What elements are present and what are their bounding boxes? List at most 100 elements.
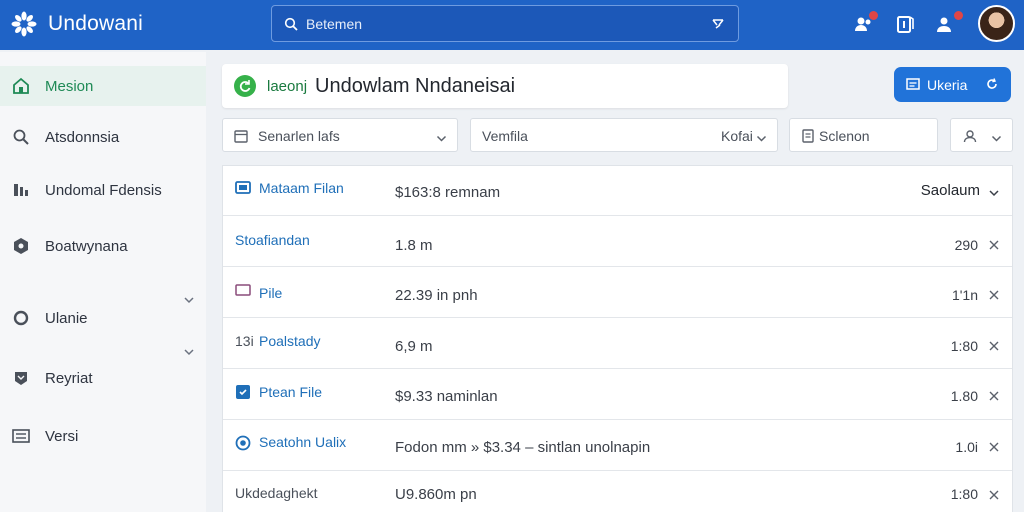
search-bar[interactable] [271,5,739,42]
app-title: Undowani [48,12,143,35]
chevron-down-icon [756,131,767,142]
chevron-down-icon [991,131,1002,142]
settings-icon [12,237,30,255]
table-row[interactable]: Mataam Filan $163:8 remnam Saolaum [223,166,1012,216]
row-name[interactable]: Ptean File [259,384,322,400]
circle-icon [12,309,30,327]
sidebar-item-versi[interactable]: Versi [0,416,206,456]
sidebar-item-label: Boatwynana [45,237,128,255]
table-row[interactable]: Seatohn Ualix Fodon mm » $3.34 – sintlan… [223,421,1012,471]
chevron-down-icon[interactable] [183,345,195,357]
filter-label: Vemfila [482,128,528,144]
row-value: 1.80 [950,388,978,404]
row-desc: Fodon mm » $3.34 – sintlan unolnapin [395,439,651,456]
people-icon[interactable] [853,11,878,35]
primary-action-button[interactable]: Ukeria [894,67,1011,102]
chevron-down-icon [436,131,447,142]
page-header: laeonj Undowlam Nndaneisai [222,64,788,108]
home-icon [12,77,30,95]
sidebar-item-label: Atsdonnsia [45,128,120,146]
file-table: Mataam Filan $163:8 remnam Saolaum Stoaf… [222,165,1013,512]
table-row[interactable]: Ukdedaghekt U9.860m pn 1:80 [223,472,1012,512]
sidebar-item-label: Reyriat [45,369,93,387]
top-bar: Undowani [0,0,1024,50]
list-icon [12,427,30,445]
filter-value: Kofai [721,128,753,144]
row-prefix: 13i [235,333,254,349]
sidebar-item-reyriat[interactable]: Reyriat [0,358,206,398]
document-icon [801,129,815,143]
user-icon [963,129,977,143]
sidebar-item-mesion[interactable]: Mesion [0,66,206,106]
filter-dropdown-1[interactable]: Senarlen lafs [222,118,458,152]
file-icon [235,384,251,400]
row-desc: $163:8 remnam [395,184,501,201]
logo-icon [10,10,38,38]
filter-label: Senarlen lafs [258,128,340,144]
notification-badge [954,11,963,20]
row-name[interactable]: Mataam Filan [259,180,344,196]
close-icon[interactable] [988,288,1000,300]
primary-action-label: Ukeria [927,77,968,93]
chevron-down-icon[interactable] [988,186,1000,198]
filter-dropdown-3[interactable]: Sclenon [789,118,938,152]
sidebar-item-boatwynana[interactable]: Boatwynana [0,226,206,266]
search-icon [12,128,30,146]
sidebar-item-label: Mesion [45,77,94,95]
target-icon [235,435,251,451]
row-value: 290 [954,237,978,253]
row-desc: 6,9 m [395,338,433,355]
calendar-icon [234,129,248,143]
row-name[interactable]: Stoafiandan [235,232,310,248]
brand[interactable]: Undowani [10,10,143,38]
table-row[interactable]: Pile 22.39 in pnh 1'1n [223,268,1012,318]
chart-icon [12,181,30,199]
close-icon[interactable] [988,440,1000,452]
search-input[interactable] [306,15,706,32]
folder-icon [235,282,251,298]
avatar[interactable] [978,5,1015,42]
table-row[interactable]: Stoafiandan 1.8 m 290 [223,217,1012,267]
page-title: Undowlam Nndaneisai [315,75,516,97]
user-add-icon[interactable] [935,11,963,35]
row-name[interactable]: Pile [259,285,282,301]
window-icon [906,77,920,91]
sidebar-item-label: Undomal Fdensis [45,181,162,199]
sidebar: Mesion Atsdonnsia Undomal Fdensis Boatwy… [0,52,206,512]
filter-icon[interactable] [710,16,726,32]
sidebar-item-label: Versi [45,427,79,445]
filter-label: Sclenon [819,128,870,144]
row-name[interactable]: Ukdedaghekt [235,485,318,501]
row-value: 1:80 [950,486,978,502]
close-icon[interactable] [988,488,1000,500]
row-desc: 22.39 in pnh [395,287,478,304]
page-prefix: laeonj [267,78,308,95]
refresh-icon [234,75,256,97]
row-desc: 1.8 m [395,237,433,254]
row-desc: U9.860m pn [395,486,477,503]
filter-dropdown-2[interactable]: Vemfila Kofai [470,118,778,152]
refresh-icon [985,77,999,91]
notification-badge [869,11,878,20]
row-value: 1'1n [951,287,978,303]
sidebar-item-undomal-fdensis[interactable]: Undomal Fdensis [0,170,206,210]
close-icon[interactable] [988,238,1000,250]
sidebar-item-label: Ulanie [45,309,88,327]
screen-icon [235,180,251,196]
shield-icon [12,369,30,387]
row-desc: $9.33 naminlan [395,388,498,405]
table-row[interactable]: 13i Poalstady 6,9 m 1:80 [223,319,1012,369]
row-name[interactable]: Seatohn Ualix [259,434,346,450]
close-icon[interactable] [988,389,1000,401]
sidebar-item-ulanie[interactable]: Ulanie [0,298,206,338]
sort-dropdown-label[interactable]: Saolaum [921,182,980,199]
document-icon[interactable] [894,13,916,35]
row-value: 1:80 [950,338,978,354]
close-icon[interactable] [988,339,1000,351]
user-filter-dropdown[interactable] [950,118,1013,152]
table-row[interactable]: Ptean File $9.33 naminlan 1.80 [223,370,1012,420]
row-name[interactable]: Poalstady [259,333,320,349]
row-value: 1.0i [955,439,978,455]
search-icon [284,17,298,31]
sidebar-item-atsdonnsia[interactable]: Atsdonnsia [0,117,206,157]
